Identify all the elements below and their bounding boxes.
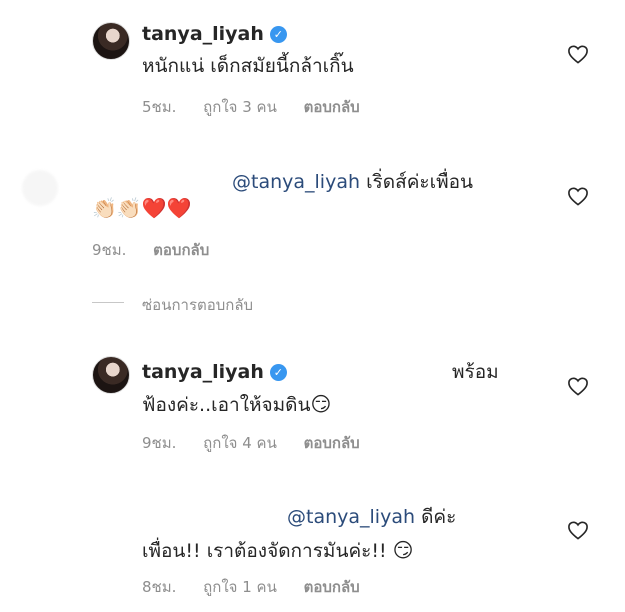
- emoji-line: 👏🏻👏🏻❤️❤️: [92, 196, 192, 220]
- likes-count[interactable]: ถูกใจ 3 คน: [203, 98, 277, 116]
- mention-link[interactable]: @tanya_liyah: [287, 506, 415, 528]
- smirk-emoji: 😏: [392, 538, 414, 562]
- mention-link[interactable]: @tanya_liyah: [232, 171, 360, 193]
- comment-text-line2: ฟ้องค่ะ..เอาให้จมดิน😏: [142, 392, 331, 417]
- hide-replies-divider: [92, 302, 124, 303]
- comment-meta: 8ชม. ถูกใจ 1 คน ตอบกลับ: [142, 575, 382, 599]
- comment-text-body: ฟ้องค่ะ..เอาให้จมดิน: [142, 394, 311, 416]
- comment-header: tanya_liyah ✓: [142, 22, 287, 46]
- verified-badge-icon: ✓: [269, 26, 287, 43]
- comment-text-line2: เพื่อน!! เราต้องจัดการมันค่ะ!! 😏: [142, 538, 414, 563]
- avatar[interactable]: [92, 356, 130, 394]
- hide-replies-button[interactable]: ซ่อนการตอบกลับ: [142, 293, 253, 317]
- heart-outline-icon[interactable]: [567, 44, 589, 64]
- likes-count[interactable]: ถูกใจ 1 คน: [203, 578, 277, 596]
- comment-header: tanya_liyah ✓: [142, 360, 287, 384]
- comment-text: หนักแน่ เด็กสมัยนี้กล้าเกิ๊น: [142, 55, 354, 77]
- comment-time: 8ชม.: [142, 578, 177, 596]
- comment-text-body: ดีค่ะ: [421, 506, 457, 528]
- comment-meta: 5ชม. ถูกใจ 3 คน ตอบกลับ: [142, 95, 382, 119]
- reply-button[interactable]: ตอบกลับ: [304, 434, 360, 452]
- smirk-emoji: 😏: [310, 392, 332, 416]
- heart-outline-icon[interactable]: [567, 186, 589, 206]
- heart-outline-icon[interactable]: [567, 376, 589, 396]
- comment-text: พร้อม: [452, 361, 499, 383]
- heart-outline-icon[interactable]: [567, 520, 589, 540]
- avatar[interactable]: [22, 170, 58, 206]
- comment-time: 5ชม.: [142, 98, 177, 116]
- username[interactable]: tanya_liyah: [142, 23, 264, 45]
- comment-meta: 9ชม. ตอบกลับ: [92, 238, 231, 262]
- reply-button[interactable]: ตอบกลับ: [153, 241, 209, 259]
- comment-text-body: เริ่ดส์ค่ะเพื่อน: [366, 171, 474, 193]
- avatar[interactable]: [92, 22, 130, 60]
- comment-text: @tanya_liyah ดีค่ะ: [287, 505, 456, 529]
- reply-button[interactable]: ตอบกลับ: [304, 98, 360, 116]
- comment-text: @tanya_liyah เริ่ดส์ค่ะเพื่อน: [232, 170, 473, 194]
- username[interactable]: tanya_liyah: [142, 361, 264, 383]
- verified-badge-icon: ✓: [269, 364, 287, 381]
- comment-time: 9ชม.: [92, 241, 127, 259]
- likes-count[interactable]: ถูกใจ 4 คน: [203, 434, 277, 452]
- comment-text-body: เพื่อน!! เราต้องจัดการมันค่ะ!!: [142, 540, 387, 562]
- comment-meta: 9ชม. ถูกใจ 4 คน ตอบกลับ: [142, 431, 382, 455]
- comment-time: 9ชม.: [142, 434, 177, 452]
- reply-button[interactable]: ตอบกลับ: [304, 578, 360, 596]
